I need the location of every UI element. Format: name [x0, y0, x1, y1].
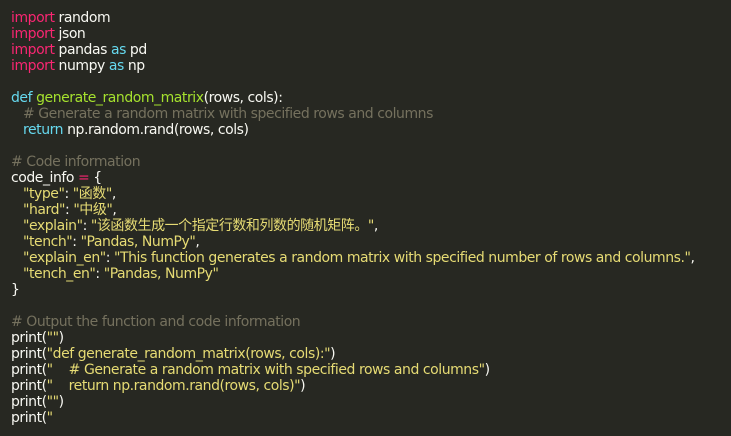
code-line-output-comment: # Output the function and code informati…	[11, 314, 731, 330]
dict-entry: "hard": "中级",	[11, 202, 731, 218]
dict-comma: ,	[112, 202, 117, 218]
print-arg: ""	[46, 330, 59, 346]
print-call: print(	[11, 346, 47, 362]
code-line-import-numpy: import numpy as np	[11, 58, 731, 74]
dict-sep: :	[105, 250, 115, 266]
print-call: print(	[11, 362, 47, 378]
dict-key: "type"	[23, 186, 65, 202]
print-line: print("")	[11, 394, 731, 410]
dict-entry: "tench_en": "Pandas, NumPy"	[11, 266, 731, 282]
function-params: (rows, cols):	[203, 90, 283, 106]
code-line-import-json: import json	[11, 26, 731, 42]
print-arg: ""	[46, 394, 59, 410]
dict-value: "Pandas, NumPy"	[80, 234, 196, 250]
code-line-info-comment: # Code information	[11, 154, 731, 170]
print-arg: " # Generate a random matrix with specif…	[46, 362, 485, 378]
keyword-import: import	[11, 42, 55, 58]
function-name: generate_random_matrix	[32, 90, 204, 106]
dict-key: "tench_en"	[23, 266, 96, 282]
assign-operator: =	[73, 170, 94, 186]
brace-open: {	[93, 170, 102, 186]
dict-entry: "type": "函数",	[11, 186, 731, 202]
print-call: print(	[11, 394, 47, 410]
code-line-dict-close: }	[11, 282, 731, 298]
module-alias: pd	[125, 42, 147, 58]
code-line-import-pandas: import pandas as pd	[11, 42, 731, 58]
dict-comma: ,	[690, 250, 695, 266]
code-line-docstring-comment: # Generate a random matrix with specifie…	[11, 106, 731, 122]
keyword-as: as	[108, 58, 124, 74]
comment: # Generate a random matrix with specifie…	[23, 106, 433, 122]
print-arg: "def generate_random_matrix(rows, cols):…	[46, 346, 331, 362]
print-close: )	[300, 378, 306, 394]
dict-sep: :	[82, 218, 91, 234]
code-line-dict-open: code_info = {	[11, 170, 731, 186]
dict-sep: :	[95, 266, 104, 282]
print-line: print("	[11, 410, 731, 426]
dict-value: "This function generates a random matrix…	[114, 250, 691, 266]
module-name: pandas	[54, 42, 111, 58]
dict-entry: "explain_en": "This function generates a…	[11, 250, 731, 266]
module-alias: np	[123, 58, 145, 74]
dict-key: "explain"	[23, 218, 83, 234]
brace-close: }	[11, 282, 20, 298]
module-name: numpy	[54, 58, 109, 74]
code-editor[interactable]: import random import json import pandas …	[0, 0, 731, 436]
print-line: print(" # Generate a random matrix with …	[11, 362, 731, 378]
dict-comma: ,	[373, 218, 378, 234]
dict-sep: :	[72, 234, 81, 250]
code-line-return: return np.random.rand(rows, cols)	[11, 122, 731, 138]
print-close: )	[58, 330, 64, 346]
print-arg: "	[46, 410, 53, 426]
print-call: print(	[11, 330, 47, 346]
print-close: )	[330, 346, 336, 362]
keyword-def: def	[11, 90, 33, 106]
print-close: )	[484, 362, 490, 378]
module-name: random	[54, 10, 111, 26]
comment: # Output the function and code informati…	[11, 314, 301, 330]
keyword-import: import	[11, 10, 55, 26]
print-close: )	[58, 394, 64, 410]
print-call: print(	[11, 378, 47, 394]
dict-key: "hard"	[23, 202, 66, 218]
dict-comma: ,	[195, 234, 200, 250]
code-line-import-random: import random	[11, 10, 731, 26]
dict-sep: :	[64, 186, 73, 202]
dict-value: "中级"	[73, 202, 113, 218]
keyword-import: import	[11, 58, 55, 74]
print-arg: " return np.random.rand(rows, cols)"	[46, 378, 301, 394]
dict-value: "Pandas, NumPy"	[103, 266, 219, 282]
keyword-import: import	[11, 26, 55, 42]
print-call: print(	[11, 410, 47, 426]
dict-entry: "tench": "Pandas, NumPy",	[11, 234, 731, 250]
keyword-as: as	[110, 42, 126, 58]
module-name: json	[54, 26, 86, 42]
comment: # Code information	[11, 154, 141, 170]
dict-key: "explain_en"	[23, 250, 106, 266]
dict-comma: ,	[111, 186, 116, 202]
dict-value: "该函数生成一个指定行数和列数的随机矩阵。"	[90, 218, 374, 234]
variable-name: code_info	[11, 170, 74, 186]
print-line: print("def generate_random_matrix(rows, …	[11, 346, 731, 362]
print-line: print(" return np.random.rand(rows, cols…	[11, 378, 731, 394]
dict-value: "函数"	[72, 186, 113, 202]
code-line-def: def generate_random_matrix(rows, cols):	[11, 90, 731, 106]
keyword-return: return	[23, 122, 64, 138]
print-line: print("")	[11, 330, 731, 346]
return-expression: np.random.rand(rows, cols)	[63, 122, 249, 138]
dict-entry: "explain": "该函数生成一个指定行数和列数的随机矩阵。",	[11, 218, 731, 234]
dict-key: "tench"	[23, 234, 73, 250]
